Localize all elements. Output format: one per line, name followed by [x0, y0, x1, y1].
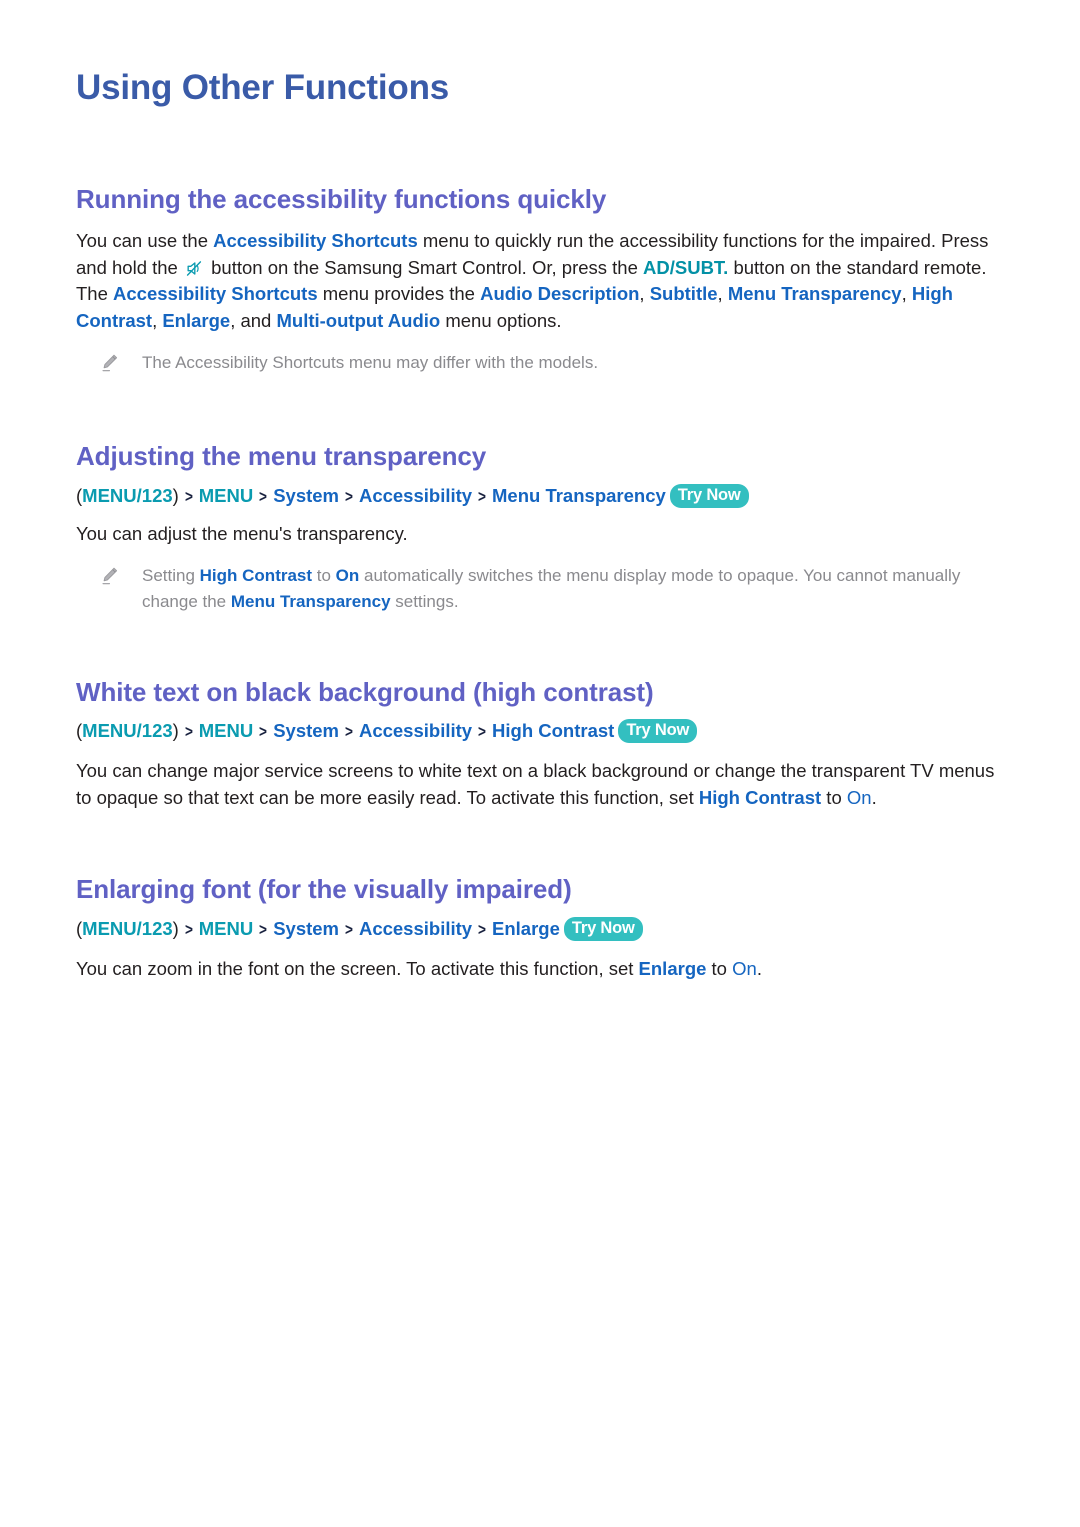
term-on: On [846, 786, 872, 808]
chevron-right-icon: > [184, 722, 193, 742]
paragraph-enlarge: You can zoom in the font on the screen. … [76, 943, 1004, 983]
chevron-right-icon: > [259, 486, 268, 506]
text-fragment: . [756, 957, 762, 979]
breadcrumb-item-accessibility[interactable]: Accessibility [359, 485, 472, 506]
breadcrumb-item-system[interactable]: System [273, 720, 339, 741]
chevron-right-icon: > [259, 919, 268, 939]
section-heading-running-accessibility: Running the accessibility functions quic… [76, 184, 607, 215]
breadcrumb-close-paren: ) [172, 720, 179, 742]
text-fragment: to [821, 786, 847, 808]
term-menu-transparency: Menu Transparency [230, 592, 391, 612]
note-text: Setting [142, 566, 200, 586]
text-fragment: button on the Samsung Smart Control. Or,… [205, 256, 644, 278]
term-accessibility-shortcuts: Accessibility Shortcuts [213, 230, 418, 252]
section-heading-enlarging-font: Enlarging font (for the visually impaire… [76, 874, 572, 905]
text-fragment: , [152, 309, 163, 331]
breadcrumb-item-menu-transparency[interactable]: Menu Transparency [492, 485, 666, 506]
breadcrumb-item-menu123[interactable]: MENU/123 [82, 720, 172, 741]
section-heading-menu-transparency: Adjusting the menu transparency [76, 441, 487, 472]
breadcrumb-high-contrast: (MENU/123) > MENU > System > Accessibility > Hig… [76, 708, 1004, 745]
breadcrumb-item-high-contrast[interactable]: High Contrast [492, 720, 614, 741]
paragraph-accessibility-shortcuts: You can use the Accessibility Shortcuts … [76, 215, 1004, 334]
note-text: settings. [390, 592, 459, 612]
text-fragment: You can zoom in the font on the screen. … [76, 957, 639, 979]
chevron-right-icon: > [478, 486, 487, 506]
breadcrumb-item-menu[interactable]: MENU [199, 485, 253, 506]
try-now-badge[interactable]: Try Now [563, 916, 643, 941]
chevron-right-icon: > [345, 919, 353, 939]
chevron-right-icon: > [345, 486, 353, 506]
paragraph-high-contrast: You can change major service screens to … [76, 745, 1004, 811]
breadcrumb-item-menu[interactable]: MENU [199, 918, 253, 939]
try-now-badge[interactable]: Try Now [618, 719, 698, 744]
breadcrumb-item-menu123[interactable]: MENU/123 [82, 485, 172, 506]
text-fragment: to [706, 957, 733, 979]
breadcrumb-item-accessibility[interactable]: Accessibility [359, 918, 472, 939]
pencil-icon [100, 353, 120, 373]
document-page: Using Other Functions Running the access… [0, 0, 1080, 1527]
term-on: On [732, 957, 757, 979]
breadcrumb-item-system[interactable]: System [273, 485, 339, 506]
note-high-contrast-opaque: Setting High Contrast to On automaticall… [76, 547, 1004, 615]
text-fragment: menu provides the [317, 283, 481, 305]
term-high-contrast: High Contrast [698, 786, 822, 808]
term-subtitle: Subtitle [649, 283, 718, 305]
term-ad-subt: AD/SUBT. [643, 256, 729, 278]
chevron-right-icon: > [478, 722, 487, 742]
term-accessibility-shortcuts-2: Accessibility Shortcuts [113, 283, 318, 305]
breadcrumb-item-accessibility[interactable]: Accessibility [359, 720, 472, 741]
page-content: Using Other Functions Running the access… [76, 0, 1004, 982]
breadcrumb-item-enlarge[interactable]: Enlarge [492, 918, 560, 939]
term-on: On [335, 566, 360, 586]
pencil-icon [100, 566, 120, 586]
breadcrumb-enlarge: (MENU/123) > MENU > System > Accessibility > Enl… [76, 906, 1004, 943]
chevron-right-icon: > [345, 722, 353, 742]
breadcrumb-close-paren: ) [172, 917, 179, 939]
chevron-right-icon: > [259, 722, 268, 742]
term-menu-transparency: Menu Transparency [727, 283, 902, 305]
breadcrumb-menu-transparency: (MENU/123) > MENU > System > Accessibility > Men… [76, 473, 1004, 510]
term-multi-output-audio: Multi-output Audio [276, 309, 441, 331]
breadcrumb-item-menu[interactable]: MENU [199, 720, 253, 741]
try-now-badge[interactable]: Try Now [669, 483, 749, 508]
section-heading-high-contrast: White text on black background (high con… [76, 677, 654, 708]
paragraph-menu-transparency: You can adjust the menu's transparency. [76, 522, 408, 544]
page-title: Using Other Functions [76, 68, 450, 107]
text-fragment: You can use the [76, 230, 214, 252]
mute-icon [185, 259, 204, 278]
breadcrumb-item-menu123[interactable]: MENU/123 [82, 918, 172, 939]
term-enlarge: Enlarge [638, 957, 707, 979]
chevron-right-icon: > [478, 919, 487, 939]
note-text: The Accessibility Shortcuts menu may dif… [142, 353, 599, 373]
term-high-contrast: High Contrast [199, 566, 313, 586]
chevron-right-icon: > [184, 486, 193, 506]
term-enlarge: Enlarge [162, 309, 231, 331]
note-text: to [312, 566, 336, 586]
text-fragment: , [717, 283, 728, 305]
chevron-right-icon: > [184, 919, 193, 939]
text-fragment: . [871, 786, 877, 808]
text-fragment: , [901, 283, 912, 305]
breadcrumb-item-system[interactable]: System [273, 918, 339, 939]
text-fragment: , and [230, 309, 277, 331]
text-fragment: menu options. [440, 309, 562, 331]
term-audio-description: Audio Description [480, 283, 640, 305]
note-accessibility-shortcuts-models: The Accessibility Shortcuts menu may dif… [76, 334, 1004, 376]
text-fragment: , [639, 283, 650, 305]
breadcrumb-close-paren: ) [172, 484, 179, 506]
